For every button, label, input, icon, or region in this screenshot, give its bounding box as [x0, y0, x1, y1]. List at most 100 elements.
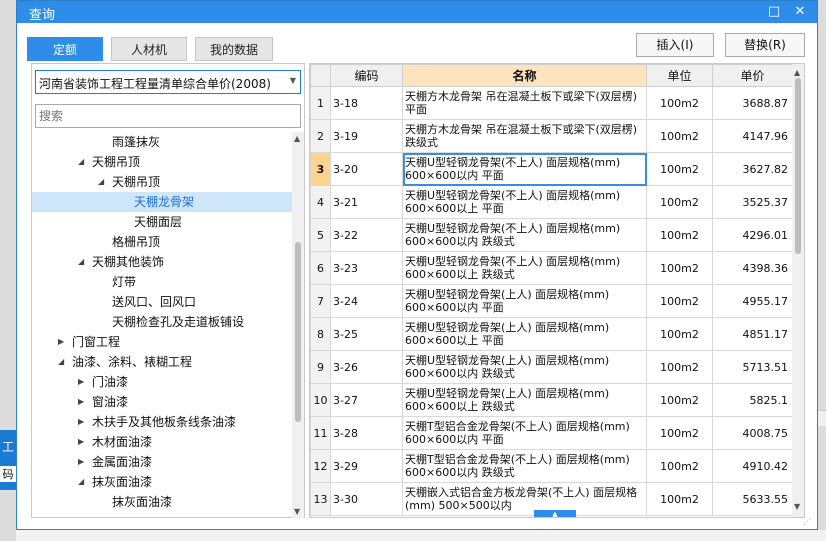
tree-item[interactable]: 送风口、回风口: [32, 292, 292, 312]
code-cell[interactable]: 3-22: [330, 218, 403, 252]
unit-cell[interactable]: 100m2: [646, 152, 713, 186]
price-cell[interactable]: 4296.01: [712, 218, 793, 252]
table-row[interactable]: 5 3-22 天棚U型轻钢龙骨架(不上人) 面层规格(mm) 600×600以内 跌…: [310, 218, 793, 252]
collapse-arrow-icon[interactable]: ◢: [78, 152, 84, 172]
name-cell[interactable]: 天棚T型铝合金龙骨架(不上人) 面层规格(mm) 600×600以内 平面: [402, 416, 647, 450]
search-input[interactable]: [35, 104, 301, 128]
price-cell[interactable]: 3688.87: [712, 86, 793, 120]
unit-cell[interactable]: 100m2: [646, 317, 713, 351]
row-index[interactable]: 8: [310, 317, 331, 351]
unit-cell[interactable]: 100m2: [646, 218, 713, 252]
table-row[interactable]: 8 3-25 天棚U型轻钢龙骨架(上人) 面层规格(mm) 600×600以上 平面…: [310, 317, 793, 351]
unit-cell[interactable]: 100m2: [646, 449, 713, 483]
background-tab[interactable]: 工: [0, 438, 16, 455]
row-index[interactable]: 4: [310, 185, 331, 219]
tree-item[interactable]: 天棚面层: [32, 212, 292, 232]
code-cell[interactable]: 3-30: [330, 482, 403, 516]
name-cell[interactable]: 天棚U型轻钢龙骨架(不上人) 面层规格(mm) 600×600以上 跌级式: [402, 251, 647, 285]
row-index[interactable]: 11: [310, 416, 331, 450]
code-cell[interactable]: 3-29: [330, 449, 403, 483]
row-index[interactable]: 12: [310, 449, 331, 483]
tree-scrollbar[interactable]: ▲ ▼: [292, 132, 304, 518]
price-cell[interactable]: 4398.36: [712, 251, 793, 285]
title-bar[interactable]: 查询 □ ✕: [17, 1, 817, 23]
price-cell[interactable]: 4147.96: [712, 119, 793, 153]
code-cell[interactable]: 3-21: [330, 185, 403, 219]
price-cell[interactable]: 4910.42: [712, 449, 793, 483]
row-index[interactable]: 6: [310, 251, 331, 285]
price-cell[interactable]: 5633.55: [712, 482, 793, 516]
scroll-up-icon[interactable]: ▲: [794, 68, 800, 77]
grid-scrollbar[interactable]: ▲ ▼: [792, 64, 804, 517]
price-cell[interactable]: 3525.37: [712, 185, 793, 219]
tree-item[interactable]: ◢ 天棚其他装饰: [32, 252, 292, 272]
name-cell[interactable]: 天棚U型轻钢龙骨架(上人) 面层规格(mm) 600×600以上 平面: [402, 317, 647, 351]
insert-button[interactable]: 插入(I): [636, 33, 714, 57]
row-index[interactable]: 1: [310, 86, 331, 120]
header-code[interactable]: 编码: [330, 64, 403, 87]
expand-arrow-icon[interactable]: ▶: [78, 392, 84, 412]
tree-item[interactable]: 格栅吊顶: [32, 232, 292, 252]
row-index[interactable]: 2: [310, 119, 331, 153]
unit-cell[interactable]: 100m2: [646, 185, 713, 219]
name-cell[interactable]: 天棚U型轻钢龙骨架(不上人) 面层规格(mm) 600×600以内 平面: [402, 152, 647, 186]
table-row[interactable]: 9 3-26 天棚U型轻钢龙骨架(上人) 面层规格(mm) 600×600以内 跌级…: [310, 350, 793, 384]
table-row[interactable]: 3 3-20 天棚U型轻钢龙骨架(不上人) 面层规格(mm) 600×600以内 平…: [310, 152, 793, 186]
name-cell[interactable]: 天棚T型铝合金龙骨架(不上人) 面层规格(mm) 600×600以内 跌级式: [402, 449, 647, 483]
tree-item[interactable]: ▶ 木材面油漆: [32, 432, 292, 452]
collapse-arrow-icon[interactable]: ◢: [78, 472, 84, 492]
row-index[interactable]: 5: [310, 218, 331, 252]
name-cell[interactable]: 天棚U型轻钢龙骨架(上人) 面层规格(mm) 600×600以内 跌级式: [402, 350, 647, 384]
code-cell[interactable]: 3-27: [330, 383, 403, 417]
tab-labor-material-machine[interactable]: 人材机: [111, 37, 187, 61]
tree-scroll-thumb[interactable]: [295, 242, 301, 422]
unit-cell[interactable]: 100m2: [646, 482, 713, 516]
unit-cell[interactable]: 100m2: [646, 284, 713, 318]
name-cell[interactable]: 天棚U型轻钢龙骨架(上人) 面层规格(mm) 600×600以内 平面: [402, 284, 647, 318]
unit-cell[interactable]: 100m2: [646, 350, 713, 384]
resize-grip-icon[interactable]: ⋰: [803, 517, 811, 526]
code-cell[interactable]: 3-28: [330, 416, 403, 450]
row-index[interactable]: 10: [310, 383, 331, 417]
header-unit[interactable]: 单位: [646, 64, 713, 87]
table-row[interactable]: 7 3-24 天棚U型轻钢龙骨架(上人) 面层规格(mm) 600×600以内 平面…: [310, 284, 793, 318]
tab-my-data[interactable]: 我的数据: [195, 37, 273, 61]
tree-item[interactable]: ◢ 油漆、涂料、裱糊工程: [32, 352, 292, 372]
price-cell[interactable]: 5825.1: [712, 383, 793, 417]
code-cell[interactable]: 3-25: [330, 317, 403, 351]
price-cell[interactable]: 5713.51: [712, 350, 793, 384]
collapse-arrow-icon[interactable]: ◢: [98, 172, 104, 192]
name-cell[interactable]: 天棚嵌入式铝合金方板龙骨架(不上人) 面层规格(mm) 500×500以内: [402, 482, 647, 516]
header-price[interactable]: 单价: [712, 64, 793, 87]
name-cell[interactable]: 天棚方木龙骨架 吊在混凝土板下或梁下(双层楞) 跌级式: [402, 119, 647, 153]
code-cell[interactable]: 3-18: [330, 86, 403, 120]
tab-quota[interactable]: 定额: [27, 37, 103, 61]
tree-item[interactable]: ▶ 木扶手及其他板条线条油漆: [32, 412, 292, 432]
row-index[interactable]: 9: [310, 350, 331, 384]
name-cell[interactable]: 天棚U型轻钢龙骨架(上人) 面层规格(mm) 600×600以上 跌级式: [402, 383, 647, 417]
tree-item[interactable]: ▶ 金属面油漆: [32, 452, 292, 472]
table-row[interactable]: 11 3-28 天棚T型铝合金龙骨架(不上人) 面层规格(mm) 600×600以内…: [310, 416, 793, 450]
unit-cell[interactable]: 100m2: [646, 251, 713, 285]
collapse-arrow-icon[interactable]: ◢: [58, 352, 64, 372]
close-icon[interactable]: ✕: [791, 3, 809, 21]
tree-item[interactable]: 天棚龙骨架: [32, 192, 292, 212]
unit-cell[interactable]: 100m2: [646, 119, 713, 153]
tree-item[interactable]: 抹灰面油漆: [32, 492, 292, 512]
tree-item[interactable]: ◢ 天棚吊顶: [32, 172, 292, 192]
unit-cell[interactable]: 100m2: [646, 416, 713, 450]
table-row[interactable]: 10 3-27 天棚U型轻钢龙骨架(上人) 面层规格(mm) 600×600以上 跌…: [310, 383, 793, 417]
splitter-handle-icon[interactable]: ▲: [534, 510, 576, 517]
scroll-down-icon[interactable]: ▼: [794, 502, 800, 511]
code-cell[interactable]: 3-20: [330, 152, 403, 186]
code-cell[interactable]: 3-19: [330, 119, 403, 153]
header-name[interactable]: 名称: [402, 64, 647, 87]
price-cell[interactable]: 4008.75: [712, 416, 793, 450]
table-row[interactable]: 12 3-29 天棚T型铝合金龙骨架(不上人) 面层规格(mm) 600×600以内…: [310, 449, 793, 483]
table-row[interactable]: 2 3-19 天棚方木龙骨架 吊在混凝土板下或梁下(双层楞) 跌级式 100m2 414…: [310, 119, 793, 153]
tree-item[interactable]: 雨篷抹灰: [32, 132, 292, 152]
table-row[interactable]: 1 3-18 天棚方木龙骨架 吊在混凝土板下或梁下(双层楞) 平面 100m2 3688…: [310, 86, 793, 120]
expand-arrow-icon[interactable]: ▶: [78, 452, 84, 472]
tree-item[interactable]: ▶ 门窗工程: [32, 332, 292, 352]
table-row[interactable]: 6 3-23 天棚U型轻钢龙骨架(不上人) 面层规格(mm) 600×600以上 跌…: [310, 251, 793, 285]
